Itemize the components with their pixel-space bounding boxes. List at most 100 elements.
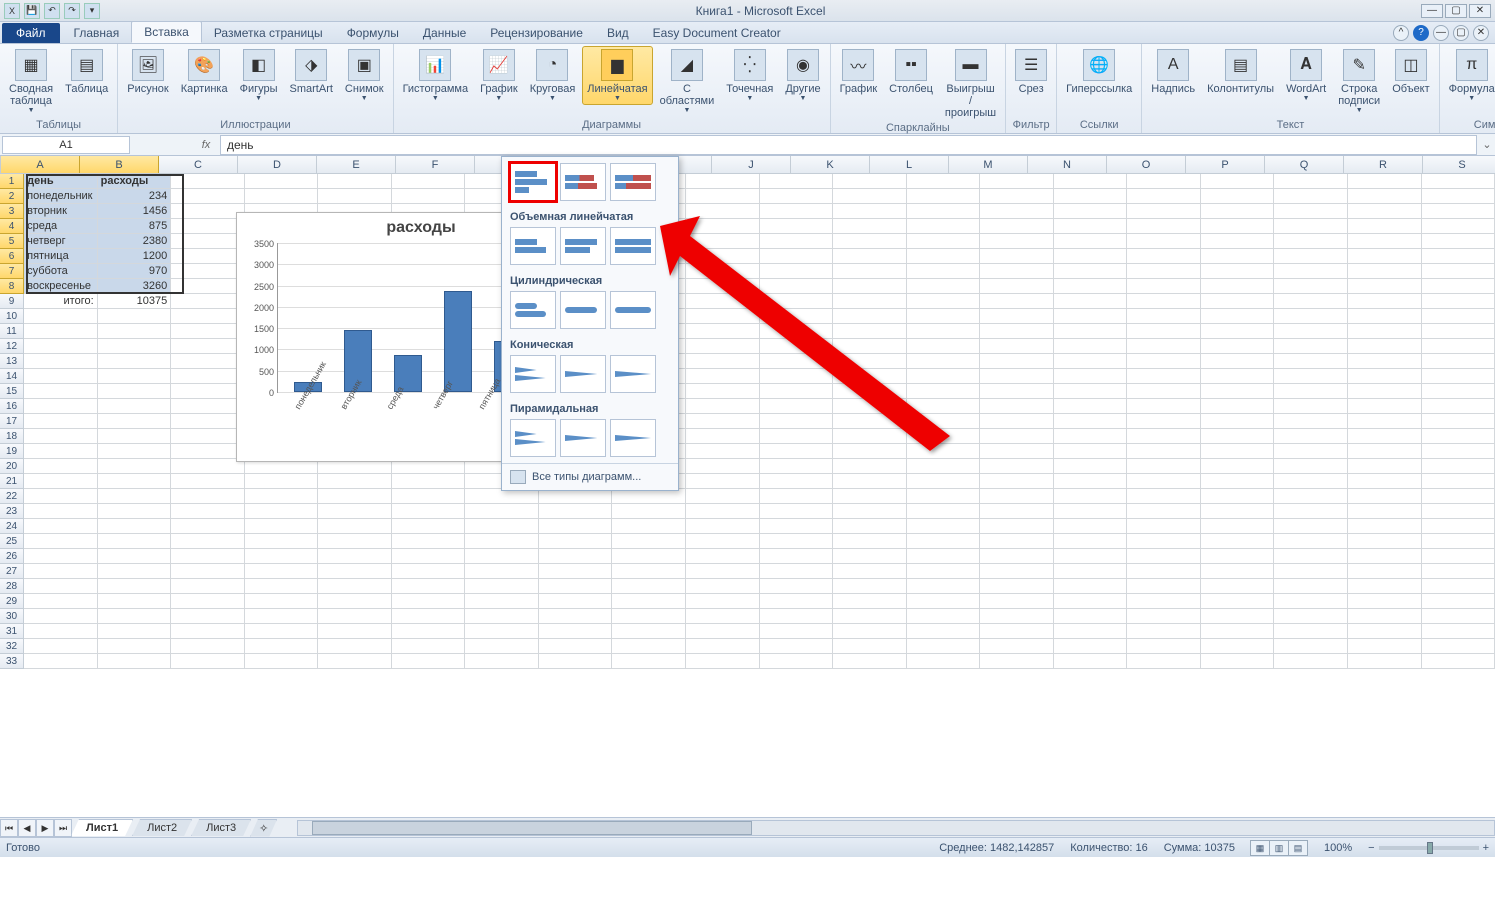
cell[interactable] [1348, 249, 1422, 264]
cell[interactable] [1127, 549, 1201, 564]
cell[interactable] [245, 624, 319, 639]
cell[interactable] [539, 564, 613, 579]
cell[interactable] [1127, 474, 1201, 489]
cell[interactable] [24, 324, 98, 339]
cell[interactable] [1054, 339, 1128, 354]
cell[interactable] [171, 309, 245, 324]
cell[interactable] [392, 489, 466, 504]
cell[interactable] [760, 369, 834, 384]
cell[interactable] [1274, 639, 1348, 654]
cell[interactable] [612, 549, 686, 564]
cell[interactable] [833, 489, 907, 504]
cell[interactable] [1422, 624, 1495, 639]
cell[interactable]: итого: [24, 294, 98, 309]
sheet-tab-2[interactable]: Лист2 [132, 819, 192, 836]
cell[interactable] [1201, 504, 1275, 519]
cell[interactable] [1054, 549, 1128, 564]
excel-icon[interactable]: X [4, 3, 20, 19]
cell[interactable] [1054, 354, 1128, 369]
cell[interactable] [171, 609, 245, 624]
cell[interactable] [760, 429, 834, 444]
cell[interactable] [760, 564, 834, 579]
cell[interactable] [1274, 654, 1348, 669]
cell[interactable] [98, 384, 172, 399]
cell[interactable] [1054, 309, 1128, 324]
cell[interactable] [1422, 444, 1495, 459]
cell[interactable] [1422, 609, 1495, 624]
cell[interactable] [1274, 384, 1348, 399]
cell[interactable] [539, 654, 613, 669]
cell[interactable] [1127, 234, 1201, 249]
cell[interactable] [907, 444, 981, 459]
cell[interactable] [1127, 204, 1201, 219]
row-header[interactable]: 32 [0, 639, 24, 654]
cell[interactable] [1422, 519, 1495, 534]
cell[interactable] [833, 534, 907, 549]
cell[interactable] [980, 354, 1054, 369]
undo-icon[interactable]: ↶ [44, 3, 60, 19]
cell[interactable] [1422, 219, 1495, 234]
column-header[interactable]: L [870, 156, 949, 173]
cell[interactable] [1054, 174, 1128, 189]
cell[interactable] [1348, 549, 1422, 564]
cell[interactable] [1201, 474, 1275, 489]
cell[interactable] [1201, 579, 1275, 594]
wordart-button[interactable]: 𝐀WordArt▼ [1281, 46, 1331, 105]
cell[interactable] [465, 579, 539, 594]
cell[interactable] [171, 219, 245, 234]
formula-bar-expand-icon[interactable]: ⌄ [1479, 138, 1495, 151]
redo-icon[interactable]: ↷ [64, 3, 80, 19]
cell[interactable] [980, 339, 1054, 354]
cell[interactable] [1422, 429, 1495, 444]
cell[interactable] [1127, 384, 1201, 399]
cell[interactable] [686, 369, 760, 384]
cell[interactable] [1348, 534, 1422, 549]
name-box[interactable]: A1 [2, 136, 130, 154]
cell[interactable] [760, 414, 834, 429]
cell[interactable] [980, 474, 1054, 489]
cell[interactable] [1127, 279, 1201, 294]
cell[interactable] [686, 474, 760, 489]
cell[interactable] [907, 594, 981, 609]
cell[interactable] [907, 624, 981, 639]
column-header[interactable]: N [1028, 156, 1107, 173]
cell[interactable] [1348, 354, 1422, 369]
cell[interactable] [1348, 609, 1422, 624]
cell[interactable] [171, 489, 245, 504]
cell[interactable] [465, 594, 539, 609]
cell[interactable] [980, 399, 1054, 414]
cell[interactable] [686, 189, 760, 204]
cell[interactable] [1201, 654, 1275, 669]
cell[interactable] [760, 459, 834, 474]
cell[interactable] [539, 534, 613, 549]
cell[interactable] [1054, 654, 1128, 669]
cone-100-option[interactable] [610, 355, 656, 393]
cell[interactable] [833, 174, 907, 189]
all-chart-types-button[interactable]: Все типы диаграмм... [502, 463, 678, 490]
hyperlink-button[interactable]: 🌐Гиперссылка [1061, 46, 1137, 98]
cell[interactable] [1348, 429, 1422, 444]
cell[interactable] [1348, 309, 1422, 324]
cell[interactable] [1201, 534, 1275, 549]
cell[interactable] [1054, 519, 1128, 534]
cell[interactable] [1054, 564, 1128, 579]
cell[interactable] [760, 444, 834, 459]
cell[interactable] [171, 369, 245, 384]
cell[interactable] [980, 294, 1054, 309]
cell[interactable] [907, 264, 981, 279]
cell[interactable] [612, 489, 686, 504]
cell[interactable] [1274, 549, 1348, 564]
cell[interactable] [833, 549, 907, 564]
cell[interactable] [171, 534, 245, 549]
row-header[interactable]: 25 [0, 534, 24, 549]
cell[interactable] [539, 579, 613, 594]
cone-clustered-option[interactable] [510, 355, 556, 393]
cell[interactable] [318, 534, 392, 549]
cell[interactable] [1054, 594, 1128, 609]
zoom-level[interactable]: 100% [1324, 842, 1352, 854]
cell[interactable] [1274, 534, 1348, 549]
cell[interactable] [465, 489, 539, 504]
cell[interactable] [1422, 189, 1495, 204]
column-header[interactable]: O [1107, 156, 1186, 173]
cell[interactable] [24, 369, 98, 384]
